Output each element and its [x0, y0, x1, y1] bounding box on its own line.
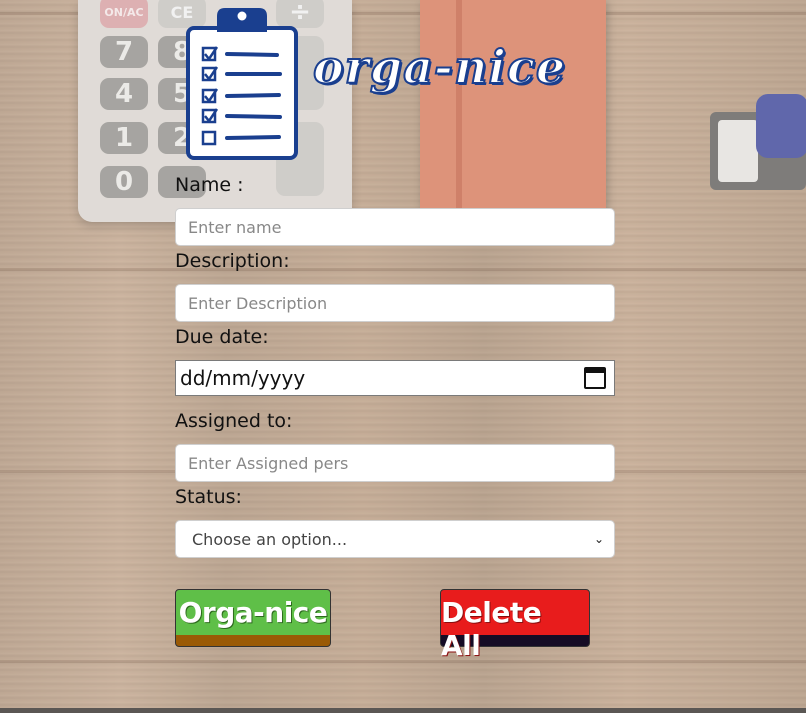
due-date-value: dd/mm/yyyy — [180, 366, 306, 390]
delete-all-button[interactable]: Delete All — [440, 589, 590, 662]
status-label: Status: — [175, 486, 242, 508]
bottom-edge — [0, 708, 806, 713]
assigned-to-input[interactable]: Enter Assigned pers — [175, 444, 615, 482]
description-input[interactable]: Enter Description — [175, 284, 615, 322]
chevron-down-icon: ⌄ — [593, 532, 604, 546]
status-select[interactable]: Choose an option... ⌄ — [175, 520, 615, 558]
status-selected: Choose an option... — [192, 529, 348, 549]
description-label: Description: — [175, 250, 290, 272]
assigned-to-placeholder: Enter Assigned pers — [188, 453, 349, 473]
description-placeholder: Enter Description — [188, 293, 328, 313]
assigned-to-label: Assigned to: — [175, 410, 293, 432]
name-input[interactable]: Enter name — [175, 208, 615, 246]
app-logo: orga-nice — [185, 2, 575, 162]
clipboard-icon — [186, 8, 298, 160]
orga-nice-button[interactable]: Orga-nice — [175, 589, 331, 647]
brand-name: orga-nice — [312, 39, 567, 95]
name-label: Name : — [175, 174, 244, 196]
name-placeholder: Enter name — [188, 217, 282, 237]
calendar-icon[interactable] — [584, 367, 606, 389]
due-date-input[interactable]: dd/mm/yyyy — [175, 360, 615, 396]
due-date-label: Due date: — [175, 326, 269, 348]
